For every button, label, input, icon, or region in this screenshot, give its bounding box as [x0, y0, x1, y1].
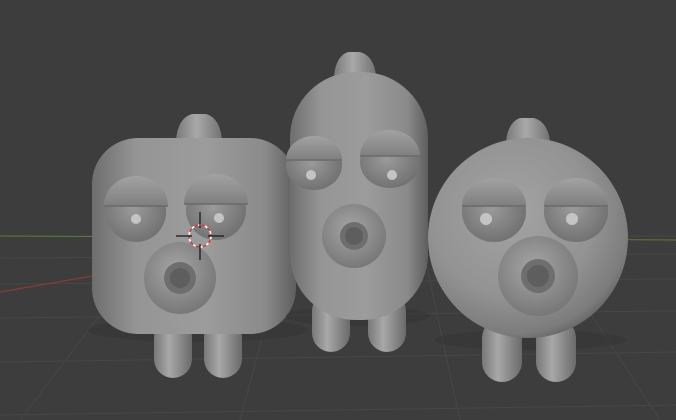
3d-viewport[interactable]	[0, 0, 676, 420]
capsule-character-mouth	[322, 204, 386, 268]
round-character-mouth	[498, 236, 578, 316]
square-character[interactable]	[88, 114, 308, 378]
round-character[interactable]	[428, 118, 628, 382]
round-character-eye-right	[544, 178, 608, 242]
round-character-eye-left	[462, 178, 526, 242]
square-character-mouth	[144, 242, 216, 314]
capsule-character[interactable]	[286, 52, 430, 352]
capsule-character-eye-left	[286, 136, 342, 190]
capsule-character-eye-right	[360, 130, 420, 188]
capsule-character-body	[290, 72, 428, 320]
square-character-horn	[176, 114, 222, 140]
viewport-canvas[interactable]	[0, 0, 676, 420]
